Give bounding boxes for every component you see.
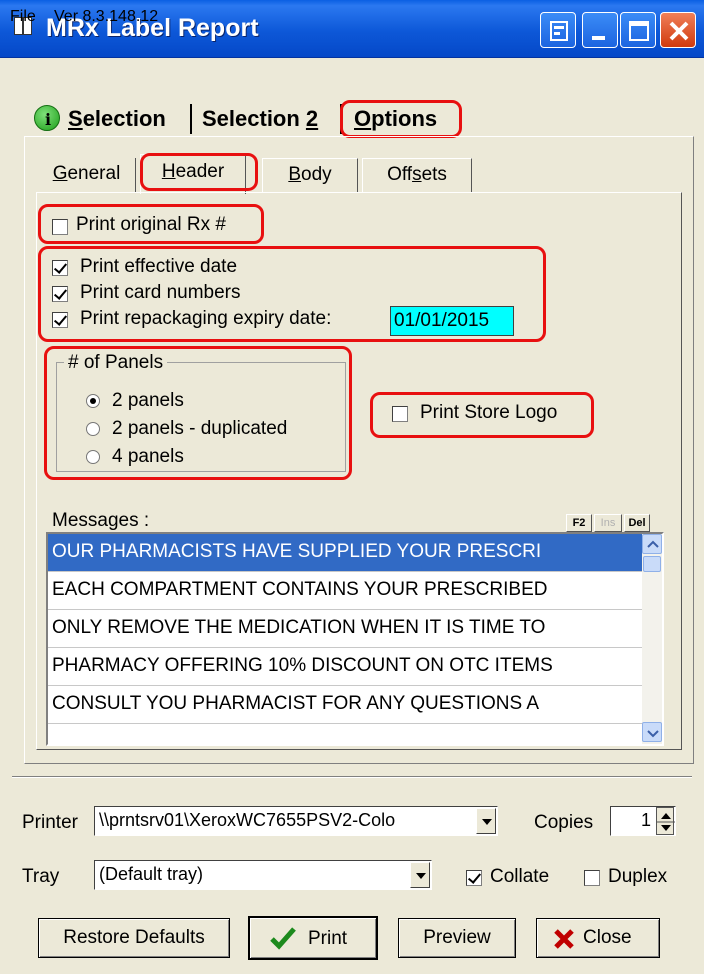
list-item[interactable]: PHARMACY OFFERING 10% DISCOUNT ON OTC IT… <box>48 648 642 686</box>
print-label: Print <box>308 928 348 949</box>
list-item[interactable]: ONLY REMOVE THE MEDICATION WHEN IT IS TI… <box>48 610 642 648</box>
del-button[interactable]: Del <box>624 514 650 532</box>
close-window-button[interactable] <box>660 12 696 48</box>
scroll-thumb[interactable] <box>643 556 661 572</box>
tab-selection[interactable]: Selection <box>68 106 166 132</box>
menu-bar <box>0 58 704 92</box>
tray-dropdown-button[interactable] <box>410 862 430 888</box>
spinner-arrows-icon <box>657 813 675 831</box>
f2-button[interactable]: F2 <box>566 514 592 532</box>
highlight-options-tab <box>340 100 462 138</box>
print-button[interactable]: Print <box>248 916 378 960</box>
restore-defaults-label: Restore Defaults <box>63 927 205 948</box>
minimize-button[interactable] <box>582 12 618 48</box>
printer-label: Printer <box>22 812 78 833</box>
close-icon <box>669 21 689 41</box>
close-label: Close <box>583 927 632 948</box>
highlight-store-logo <box>370 392 594 438</box>
tray-value: (Default tray) <box>99 864 204 884</box>
close-x-icon <box>554 929 574 949</box>
printer-select[interactable]: \\prntsrv01\XeroxWC7655PSV2-Colo <box>94 806 498 836</box>
restore-defaults-button[interactable]: Restore Defaults <box>38 918 230 958</box>
divider <box>12 776 692 778</box>
duplex-label: Duplex <box>608 866 668 887</box>
ins-button[interactable]: Ins <box>594 514 622 532</box>
messages-list[interactable]: OUR PHARMACISTS HAVE SUPPLIED YOUR PRESC… <box>46 532 664 746</box>
subtab-body[interactable]: Body <box>262 158 358 192</box>
info-icon: i <box>34 105 60 131</box>
duplex-checkbox[interactable] <box>584 870 600 886</box>
highlight-date-options <box>38 246 546 342</box>
version-label: Ver 8.3.148.12 <box>54 8 159 25</box>
printer-dropdown-button[interactable] <box>476 808 496 834</box>
collate-checkbox[interactable] <box>466 870 482 886</box>
help-button[interactable] <box>540 12 576 48</box>
tab-selection-2[interactable]: Selection 2 <box>202 106 318 132</box>
svg-text:i: i <box>45 110 51 129</box>
preview-button[interactable]: Preview <box>398 918 516 958</box>
copies-spinner[interactable] <box>656 807 675 835</box>
close-button[interactable]: Close <box>536 918 660 958</box>
printer-value: \\prntsrv01\XeroxWC7655PSV2-Colo <box>99 810 396 830</box>
highlight-header-tab <box>140 153 258 191</box>
maximize-button[interactable] <box>620 12 656 48</box>
messages-label: Messages : <box>52 510 150 531</box>
checkmark-icon <box>270 927 296 950</box>
copies-label: Copies <box>534 812 594 833</box>
tray-select[interactable]: (Default tray) <box>94 860 432 890</box>
preview-label: Preview <box>423 927 491 948</box>
list-item[interactable]: CONSULT YOU PHARMACIST FOR ANY QUESTIONS… <box>48 686 642 724</box>
highlight-original-rx <box>38 204 264 244</box>
list-item[interactable]: EACH COMPARTMENT CONTAINS YOUR PRESCRIBE… <box>48 572 642 610</box>
highlight-panels-group <box>44 346 352 480</box>
maximize-icon <box>629 21 649 41</box>
menu-file[interactable]: File <box>10 8 36 26</box>
subtab-offsets[interactable]: Offsets <box>362 158 472 192</box>
list-item[interactable]: OUR PHARMACISTS HAVE SUPPLIED YOUR PRESC… <box>48 534 642 572</box>
tab-selection-label-rest: election <box>82 106 166 131</box>
scroll-up-button[interactable] <box>642 534 662 554</box>
chevron-down-icon <box>647 730 659 738</box>
collate-label: Collate <box>490 866 550 887</box>
copies-value: 1 <box>640 810 651 830</box>
messages-scrollbar[interactable] <box>642 534 662 744</box>
tray-label: Tray <box>22 866 60 887</box>
chevron-up-icon <box>647 540 659 548</box>
subtab-general[interactable]: General <box>38 158 136 192</box>
scroll-down-button[interactable] <box>642 722 662 742</box>
tab-separator <box>190 104 192 134</box>
minimize-icon <box>592 36 605 40</box>
help-icon <box>550 21 568 41</box>
